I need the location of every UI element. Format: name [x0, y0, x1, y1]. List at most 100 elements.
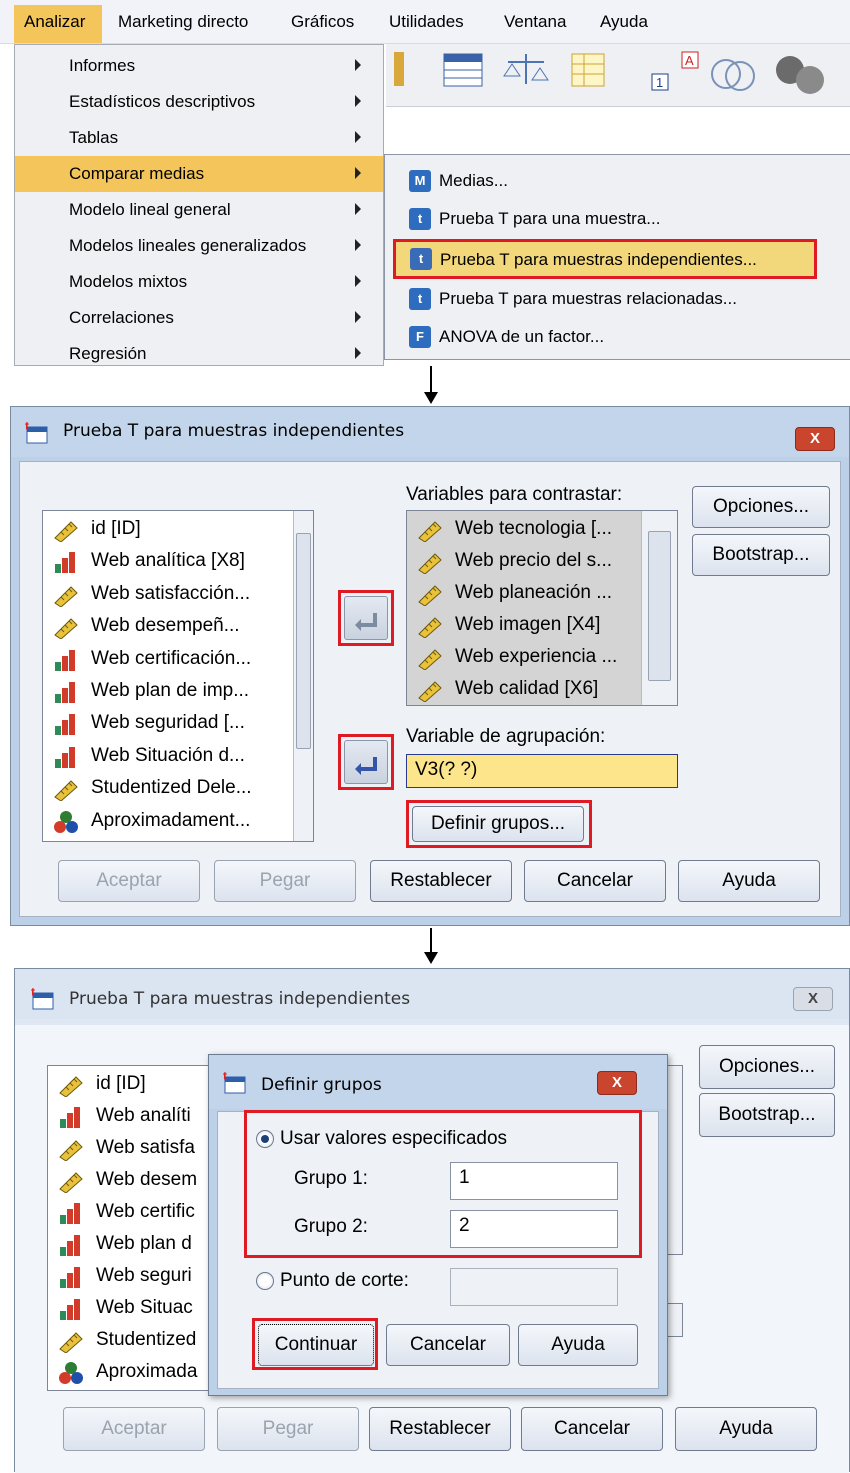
- submenu-item-prueba-t-relacionadas[interactable]: t Prueba T para muestras relacionadas...: [391, 281, 847, 317]
- options-button[interactable]: Opciones...: [692, 486, 830, 528]
- help-button[interactable]: Ayuda: [518, 1324, 638, 1366]
- submenu-arrow-icon: [355, 131, 361, 143]
- accept-button[interactable]: Aceptar: [58, 860, 200, 902]
- submenu-item-medias[interactable]: M Medias...: [391, 163, 847, 199]
- step-arrow-down-icon: [424, 392, 438, 404]
- variable-label: Web certific: [96, 1201, 195, 1222]
- cut-point-field[interactable]: [450, 1268, 618, 1306]
- cancel-button[interactable]: Cancelar: [524, 860, 666, 902]
- variable-label: Web desempeñ...: [91, 615, 240, 637]
- help-button[interactable]: Ayuda: [678, 860, 820, 902]
- source-list-scrollbar[interactable]: [293, 511, 313, 841]
- nominal-variable-icon: [54, 810, 78, 833]
- scale-variable-icon: [59, 1076, 83, 1097]
- svg-text:t: t: [223, 1071, 227, 1083]
- menu-item-modelos-mixtos[interactable]: Modelos mixtos: [15, 264, 383, 300]
- menu-item-label: Modelos mixtos: [69, 272, 188, 291]
- accept-button[interactable]: Aceptar: [63, 1407, 205, 1451]
- menu-item-label: Correlaciones: [69, 308, 174, 327]
- reset-button[interactable]: Restablecer: [369, 1407, 511, 1451]
- test-variable-list[interactable]: Web tecnologia [... Web precio del s... We…: [406, 510, 678, 706]
- define-groups-dialog: t Definir grupos X Usar valores especifi…: [208, 1054, 668, 1396]
- spss-dialog-icon: t: [223, 1071, 246, 1094]
- menu-item-label: Regresión: [69, 344, 147, 363]
- submenu-arrow-icon: [355, 239, 361, 251]
- ordinal-variable-icon: [60, 1203, 80, 1224]
- dialog-body: Usar valores especificados Grupo 1: 1 Gr…: [217, 1110, 659, 1389]
- menu-ayuda[interactable]: Ayuda: [600, 12, 648, 32]
- menu-item-tablas[interactable]: Tablas: [15, 120, 383, 156]
- scale-variable-icon: [54, 780, 78, 802]
- variable-label: Web certificación...: [91, 647, 252, 669]
- cancel-button[interactable]: Cancelar: [521, 1407, 663, 1451]
- balance-icon: [503, 54, 549, 84]
- spss-dialog-icon: t: [25, 421, 48, 444]
- anova-icon: F: [409, 326, 431, 348]
- ordinal-variable-icon: [60, 1107, 80, 1128]
- menu-item-correlaciones[interactable]: Correlaciones: [15, 300, 383, 336]
- menu-item-informes[interactable]: Informes: [15, 48, 383, 84]
- submenu-item-anova[interactable]: F ANOVA de un factor...: [391, 319, 847, 355]
- menu-analizar[interactable]: Analizar: [14, 5, 102, 43]
- menu-item-label: Comparar medias: [69, 164, 205, 183]
- submenu-item-prueba-t-independientes[interactable]: t Prueba T para muestras independientes..…: [393, 239, 817, 279]
- test-list-scrollbar[interactable]: [641, 511, 677, 705]
- variable-label: Web seguridad [...: [91, 712, 245, 734]
- variable-label: Aproximadament...: [91, 809, 251, 831]
- dialog-title: Definir grupos: [261, 1075, 382, 1095]
- highlight-frame: [252, 1318, 378, 1370]
- options-button[interactable]: Opciones...: [699, 1045, 835, 1089]
- close-icon[interactable]: X: [795, 427, 835, 451]
- submenu-arrow-icon: [355, 311, 361, 323]
- spss-dialog-icon: t: [31, 987, 54, 1010]
- variable-label: Web analítica [X8]: [91, 550, 245, 572]
- venn-icon: [711, 59, 755, 91]
- grouping-variable-field[interactable]: V3(? ?): [406, 754, 678, 788]
- cancel-button[interactable]: Cancelar: [386, 1324, 510, 1366]
- scrollbar-thumb[interactable]: [296, 533, 311, 749]
- scale-variable-icon: [418, 617, 442, 638]
- paste-button[interactable]: Pegar: [214, 860, 356, 902]
- submenu-arrow-icon: [355, 275, 361, 287]
- menu-item-comparar-medias[interactable]: Comparar medias: [15, 156, 383, 192]
- scrollbar-thumb[interactable]: [648, 531, 671, 681]
- menu-item-regresion[interactable]: Regresión: [15, 336, 383, 372]
- menu-item-estadisticos-descriptivos[interactable]: Estadísticos descriptivos: [15, 84, 383, 120]
- menu-item-modelos-lineales-generalizados[interactable]: Modelos lineales generalizados: [15, 228, 383, 264]
- menu-item-modelo-lineal-general[interactable]: Modelo lineal general: [15, 192, 383, 228]
- submenu-arrow-icon: [355, 59, 361, 71]
- submenu-item-label: Prueba T para una muestra...: [439, 209, 661, 228]
- ordinal-variable-icon: [55, 682, 75, 703]
- scale-variable-icon: [418, 681, 442, 702]
- menu-analizar-label: Analizar: [24, 12, 86, 31]
- variable-label: Web satisfa: [96, 1137, 195, 1158]
- help-button[interactable]: Ayuda: [675, 1407, 817, 1451]
- highlight-frame: [338, 734, 394, 790]
- radio-cut-point[interactable]: [256, 1272, 274, 1290]
- menu-item-label: Informes: [69, 56, 136, 75]
- menu-utilidades[interactable]: Utilidades: [389, 12, 464, 32]
- close-icon[interactable]: X: [793, 987, 833, 1011]
- variable-label: Studentized: [96, 1329, 197, 1350]
- scale-variable-icon: [418, 553, 442, 574]
- variable-label: Web experiencia ...: [455, 646, 618, 667]
- dialog-titlebar: t Prueba T para muestras independientes …: [11, 407, 849, 457]
- svg-text:t: t: [25, 421, 29, 433]
- source-variable-list[interactable]: id [ID] Web analítica [X8] Web satisfacció…: [42, 510, 314, 842]
- variable-label: id [ID]: [91, 518, 141, 539]
- submenu-item-label: ANOVA de un factor...: [439, 327, 605, 346]
- menu-marketing-directo[interactable]: Marketing directo: [118, 12, 248, 32]
- paste-button[interactable]: Pegar: [217, 1407, 359, 1451]
- bootstrap-button[interactable]: Bootstrap...: [692, 534, 830, 576]
- scale-variable-icon: [59, 1332, 83, 1353]
- step-arrow-down-icon: [424, 952, 438, 964]
- menu-ventana[interactable]: Ventana: [504, 12, 566, 32]
- submenu-item-prueba-t-una-muestra[interactable]: t Prueba T para una muestra...: [391, 201, 847, 237]
- svg-text:t: t: [31, 987, 35, 999]
- data-editor-cell[interactable]: [386, 106, 850, 152]
- close-icon[interactable]: X: [597, 1071, 637, 1095]
- bootstrap-button[interactable]: Bootstrap...: [699, 1093, 835, 1137]
- reset-button[interactable]: Restablecer: [370, 860, 512, 902]
- menu-graficos[interactable]: Gráficos: [291, 12, 354, 32]
- dialog-title: Prueba T para muestras independientes: [69, 989, 411, 1009]
